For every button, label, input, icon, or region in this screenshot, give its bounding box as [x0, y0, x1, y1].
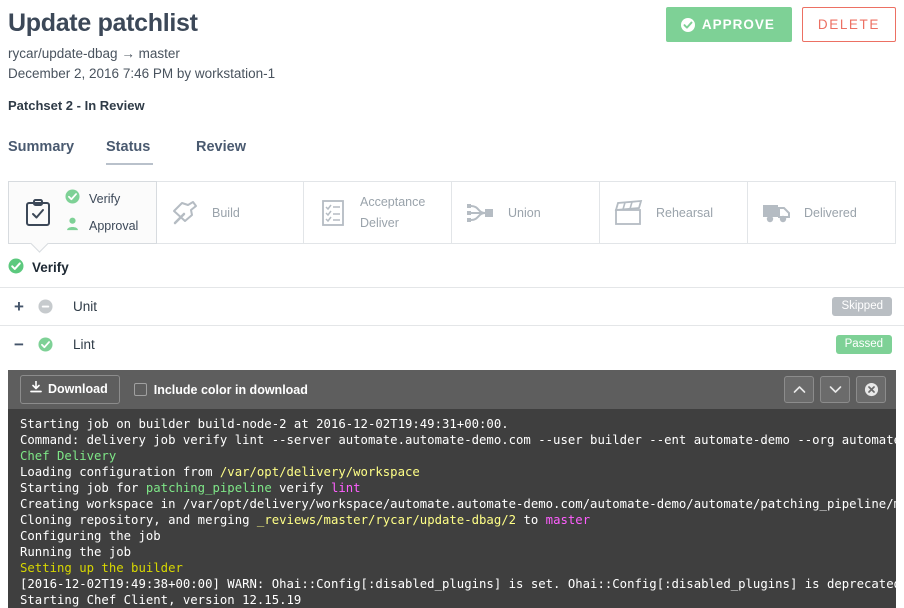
stage-row-verify: Verify: [65, 189, 138, 209]
job-row-lint[interactable]: − Lint Passed: [0, 325, 904, 363]
download-button[interactable]: Download: [20, 375, 120, 404]
union-merge-icon: [466, 198, 496, 228]
tab-bar: Summary Status Review: [0, 135, 904, 165]
status-badge: Passed: [836, 335, 892, 354]
stage-acceptance-lines: Acceptance Deliver: [360, 195, 425, 230]
console-log-segment: Starting job on builder build-node-2 at …: [20, 417, 509, 431]
console-log-line: Loading configuration from /var/opt/deli…: [20, 464, 896, 480]
include-color-checkbox[interactable]: Include color in download: [134, 383, 308, 397]
stage-label-delivered: Delivered: [804, 206, 857, 220]
console-log-segment: [2016-12-02T19:49:38+00:00] WARN: Ohai::…: [20, 577, 896, 591]
patchset-status-page: Update patchlist rycar/update-dbag → mas…: [0, 0, 904, 608]
console-log-segment: verify: [272, 481, 331, 495]
console-log-line: Configuring the job: [20, 528, 896, 544]
stage-label-union: Union: [508, 206, 541, 220]
user-icon: [65, 216, 80, 236]
stage-label-approval: Approval: [89, 219, 138, 233]
console-log-segment: Starting job for: [20, 481, 146, 495]
stage-verify-lines: Verify Approval: [65, 189, 138, 236]
console-log-line: Starting Chef Client, version 12.15.19: [20, 592, 896, 608]
approve-button-label: APPROVE: [702, 17, 775, 32]
console-log-line: Command: delivery job verify lint --serv…: [20, 432, 896, 448]
console-log-segment: Configuring the job: [20, 529, 161, 543]
checklist-icon: [318, 198, 348, 228]
stage-label-acceptance: Acceptance: [360, 195, 425, 209]
job-name: Unit: [73, 299, 97, 314]
job-name: Lint: [73, 337, 95, 352]
console-log-segment: patching_pipeline: [146, 481, 272, 495]
timestamp-line: December 2, 2016 7:46 PM by workstation-…: [8, 64, 892, 85]
collapse-toggle[interactable]: −: [14, 336, 30, 353]
page-header: Update patchlist rycar/update-dbag → mas…: [0, 0, 904, 113]
stage-label-rehearsal: Rehearsal: [656, 206, 713, 220]
close-console-button[interactable]: [856, 376, 886, 403]
scroll-down-button[interactable]: [820, 376, 850, 403]
checkbox-box[interactable]: [134, 383, 147, 396]
stage-label-verify: Verify: [89, 192, 120, 206]
console-log-segment: /var/opt/delivery/workspace: [220, 465, 420, 479]
branch-line: rycar/update-dbag → master: [8, 44, 892, 65]
pipeline-stage-bar: Verify Approval Build: [8, 181, 896, 244]
console-log-line: [2016-12-02T19:49:38+00:00] WARN: Ohai::…: [20, 576, 896, 592]
console-log-line: Running the job: [20, 544, 896, 560]
job-console: Download Include color in download Start…: [8, 370, 896, 608]
clipboard-check-icon: [23, 198, 53, 228]
console-log-segment: lint: [331, 481, 361, 495]
expand-toggle[interactable]: +: [14, 298, 30, 315]
stage-delivered[interactable]: Delivered: [748, 182, 895, 243]
console-log-line: Starting job for patching_pipeline verif…: [20, 480, 896, 496]
stage-build[interactable]: Build: [156, 182, 304, 243]
console-log-segment: Command: delivery job verify lint --serv…: [20, 433, 896, 447]
check-circle-icon: [65, 189, 80, 209]
stage-label-deliver: Deliver: [360, 216, 425, 230]
console-log-line: Chef Delivery: [20, 448, 896, 464]
console-log-line: Starting job on builder build-node-2 at …: [20, 416, 896, 432]
download-button-label: Download: [48, 382, 108, 396]
scroll-up-button[interactable]: [784, 376, 814, 403]
verify-heading-label: Verify: [32, 260, 69, 275]
minus-circle-icon: [38, 299, 53, 314]
download-icon: [30, 381, 42, 397]
hammer-icon: [170, 198, 200, 228]
status-badge: Skipped: [832, 297, 892, 316]
console-log-segment: Running the job: [20, 545, 131, 559]
stage-label-build: Build: [212, 206, 240, 220]
tab-review[interactable]: Review: [196, 135, 286, 165]
clapperboard-icon: [614, 198, 644, 228]
stage-verify-approval[interactable]: Verify Approval: [8, 181, 157, 244]
header-actions: APPROVE DELETE: [666, 7, 896, 42]
include-color-label: Include color in download: [154, 383, 308, 397]
console-log-segment: Setting up the builder: [20, 561, 183, 575]
console-log-segment: Cloning repository, and merging: [20, 513, 257, 527]
console-log-segment: Loading configuration from: [20, 465, 220, 479]
console-log-segment: to: [516, 513, 546, 527]
verify-section-heading: Verify: [0, 244, 904, 287]
console-nav-buttons: [784, 376, 886, 403]
tab-status[interactable]: Status: [106, 135, 196, 165]
console-log-output[interactable]: Starting job on builder build-node-2 at …: [8, 409, 896, 608]
job-row-unit[interactable]: + Unit Skipped: [0, 287, 904, 325]
console-log-segment: Creating workspace in /var/opt/delivery/…: [20, 497, 896, 511]
stage-union[interactable]: Union: [452, 182, 600, 243]
delete-button[interactable]: DELETE: [802, 7, 896, 42]
check-circle-icon: [8, 258, 24, 277]
console-log-segment: _reviews/master/rycar/update-dbag/2: [257, 513, 516, 527]
tab-summary[interactable]: Summary: [8, 135, 106, 165]
check-circle-icon: [681, 18, 695, 32]
console-log-line: Creating workspace in /var/opt/delivery/…: [20, 496, 896, 512]
approve-button[interactable]: APPROVE: [666, 7, 792, 42]
stage-rehearsal[interactable]: Rehearsal: [600, 182, 748, 243]
console-log-line: Setting up the builder: [20, 560, 896, 576]
stage-row-approval: Approval: [65, 216, 138, 236]
stage-acceptance-deliver[interactable]: Acceptance Deliver: [304, 182, 452, 243]
console-log-segment: master: [546, 513, 590, 527]
check-circle-icon: [38, 337, 53, 352]
delivery-truck-icon: [762, 198, 792, 228]
patchset-status: Patchset 2 - In Review: [8, 98, 892, 113]
console-log-segment: Chef Delivery: [20, 449, 116, 463]
console-toolbar: Download Include color in download: [8, 370, 896, 409]
console-log-segment: Starting Chef Client, version 12.15.19: [20, 593, 301, 607]
console-log-line: Cloning repository, and merging _reviews…: [20, 512, 896, 528]
